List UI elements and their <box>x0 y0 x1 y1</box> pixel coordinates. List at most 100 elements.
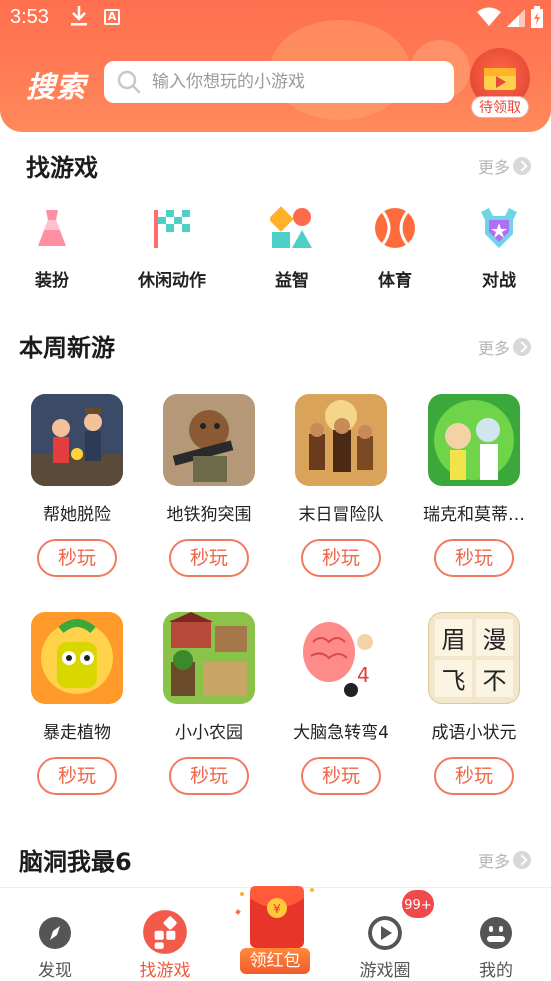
more-label: 更多 <box>478 339 511 358</box>
idiom-tiles: 眉 漫 飞 不 <box>429 613 519 703</box>
status-time: 3:53 <box>10 6 49 28</box>
notification-badge: 99+ <box>400 888 436 920</box>
yuan-symbol: ¥ <box>273 902 281 916</box>
search-icon <box>117 70 141 94</box>
game-art-rescue-her <box>31 394 123 486</box>
play-button[interactable]: 秒玩 <box>37 539 117 577</box>
more-label: 更多 <box>478 158 511 177</box>
game-name: 帮她脱险 <box>43 505 111 525</box>
game-grid-icon <box>143 910 187 954</box>
idiom-tile: 眉 <box>435 619 472 656</box>
game-art-brain: 4 <box>295 612 387 704</box>
game-art-doomsday-team <box>295 394 387 486</box>
game-thumbnail[interactable] <box>295 394 387 486</box>
status-bar: 3:53 A <box>0 0 551 36</box>
category-label: 休闲动作 <box>138 271 206 291</box>
game-name: 瑞克和莫蒂… <box>423 505 525 525</box>
play-circle-icon <box>368 916 402 950</box>
idiom-tile: 飞 <box>435 660 472 697</box>
shield-icon <box>481 208 517 248</box>
game-name: 小小农园 <box>175 723 243 743</box>
more-label: 更多 <box>478 852 511 871</box>
game-card[interactable]: 4 大脑急转弯4 秒玩 <box>281 612 401 795</box>
game-art-subway-dog <box>163 394 255 486</box>
nav-label: 我的 <box>479 961 513 981</box>
signal-icon <box>507 9 525 27</box>
game-art-rick-morty <box>428 394 520 486</box>
category-battle[interactable]: 对战 <box>449 206 549 291</box>
chevron-right-icon <box>513 157 532 175</box>
battery-icon <box>531 6 543 28</box>
nav-find-games[interactable]: 找游戏 <box>110 888 220 981</box>
section-title-weekly-new: 本周新游 <box>19 334 115 362</box>
search-title: 搜索 <box>26 70 87 104</box>
game-card[interactable]: 末日冒险队 秒玩 <box>281 394 401 577</box>
game-thumbnail[interactable]: 眉 漫 飞 不 <box>428 612 520 704</box>
game-thumbnail[interactable] <box>31 612 123 704</box>
idiom-tile: 漫 <box>476 619 513 656</box>
search-input[interactable] <box>152 72 432 92</box>
nav-label: 游戏圈 <box>359 961 411 981</box>
more-link-brain-hole[interactable]: 更多 <box>478 848 532 872</box>
app-notification-icon: A <box>104 9 120 25</box>
game-card[interactable]: 地铁狗突围 秒玩 <box>149 394 269 577</box>
nav-profile[interactable]: 我的 <box>441 888 551 981</box>
game-name: 地铁狗突围 <box>166 505 252 525</box>
category-label: 对战 <box>482 271 516 291</box>
download-icon <box>68 4 90 33</box>
more-link-weekly-new[interactable]: 更多 <box>478 335 532 359</box>
idiom-tile: 不 <box>476 660 513 697</box>
category-label: 益智 <box>275 271 309 291</box>
game-name: 暴走植物 <box>43 723 111 743</box>
game-card[interactable]: 小小农园 秒玩 <box>149 612 269 795</box>
play-button[interactable]: 秒玩 <box>434 539 514 577</box>
search-box[interactable] <box>104 61 454 103</box>
more-link-find-games[interactable]: 更多 <box>478 154 532 178</box>
play-button[interactable]: 秒玩 <box>434 757 514 795</box>
game-card[interactable]: 眉 漫 飞 不 成语小状元 秒玩 <box>414 612 534 795</box>
game-art-plants <box>31 612 123 704</box>
category-puzzle[interactable]: 益智 <box>242 206 342 291</box>
game-name: 大脑急转弯4 <box>293 723 389 743</box>
section-title-find-games: 找游戏 <box>26 154 98 182</box>
category-casual-action[interactable]: 休闲动作 <box>122 206 222 291</box>
game-name: 成语小状元 <box>431 723 517 743</box>
ball-icon <box>375 208 415 248</box>
play-button[interactable]: 秒玩 <box>37 757 117 795</box>
category-label: 体育 <box>378 271 412 291</box>
game-art-farm <box>163 612 255 704</box>
game-thumbnail[interactable] <box>163 394 255 486</box>
dress-icon <box>38 210 66 246</box>
gift-pending-label[interactable]: 待领取 <box>471 96 529 118</box>
play-button[interactable]: 秒玩 <box>301 539 381 577</box>
play-button[interactable]: 秒玩 <box>301 757 381 795</box>
play-button[interactable]: 秒玩 <box>169 757 249 795</box>
red-packet-icon: ¥ <box>235 886 314 948</box>
game-card[interactable]: 暴走植物 秒玩 <box>17 612 137 795</box>
compass-icon <box>39 917 71 949</box>
game-thumbnail[interactable] <box>31 394 123 486</box>
game-thumbnail[interactable]: 4 <box>295 612 387 704</box>
nav-label: 找游戏 <box>139 961 191 981</box>
game-thumbnail[interactable] <box>428 394 520 486</box>
category-label: 装扮 <box>35 271 69 291</box>
category-dress[interactable]: 装扮 <box>2 206 102 291</box>
play-button[interactable]: 秒玩 <box>169 539 249 577</box>
nav-discover[interactable]: 发现 <box>0 888 110 981</box>
face-icon <box>480 917 512 949</box>
nav-label: 发现 <box>38 961 72 981</box>
game-thumbnail[interactable] <box>163 612 255 704</box>
flag-icon <box>154 210 190 248</box>
wifi-icon <box>477 7 501 26</box>
svg-text:4: 4 <box>357 663 370 687</box>
chevron-right-icon <box>513 338 532 356</box>
category-sports[interactable]: 体育 <box>345 206 445 291</box>
section-title-brain-hole: 脑洞我最6 <box>19 848 132 876</box>
shapes-icon <box>268 206 312 248</box>
chevron-right-icon <box>513 851 532 869</box>
red-packet-label[interactable]: 领红包 <box>240 948 310 974</box>
game-card[interactable]: 帮她脱险 秒玩 <box>17 394 137 577</box>
game-card[interactable]: 瑞克和莫蒂… 秒玩 <box>414 394 534 577</box>
game-name: 末日冒险队 <box>298 505 384 525</box>
status-icons <box>477 6 543 28</box>
